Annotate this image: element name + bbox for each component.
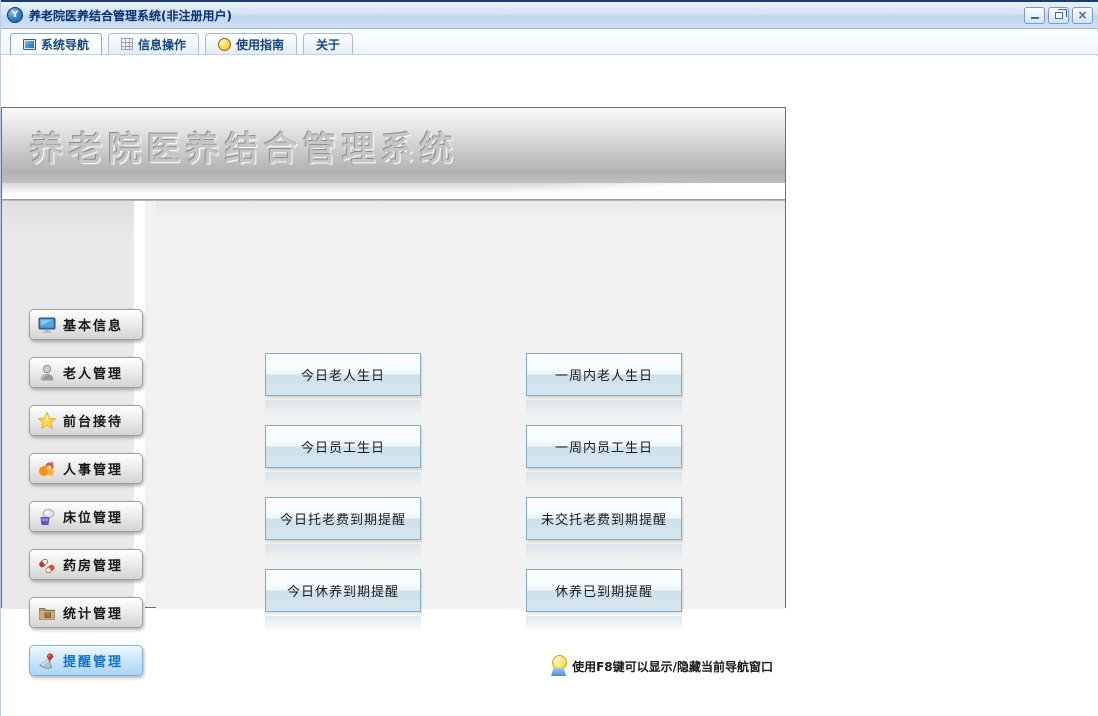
panel-title: 养老院医养结合管理系统 bbox=[30, 128, 459, 168]
close-icon: × bbox=[1077, 8, 1088, 22]
sidebar-item-label: 基本信息 bbox=[63, 319, 124, 334]
pills-icon bbox=[39, 558, 55, 573]
star-icon bbox=[37, 410, 57, 429]
tab-about[interactable]: 关于 bbox=[303, 33, 354, 54]
sidebar-item-label: 床位管理 bbox=[63, 511, 124, 526]
monitor-icon bbox=[23, 38, 36, 50]
tab-system-navigation[interactable]: 系统导航 bbox=[10, 33, 103, 54]
sidebar-item-elderly-management[interactable]: 老人管理 bbox=[29, 357, 143, 388]
tab-label: 关于 bbox=[316, 37, 341, 52]
button-reflection bbox=[265, 544, 421, 560]
sidebar-item-pharmacy-management[interactable]: 药房管理 bbox=[29, 549, 143, 580]
grid-icon bbox=[121, 38, 134, 50]
button-reflection bbox=[526, 544, 682, 560]
panel-header: 养老院医养结合管理系统 bbox=[2, 108, 785, 183]
minimize-button[interactable] bbox=[1024, 6, 1045, 24]
monitor-icon bbox=[38, 317, 56, 333]
folder-icon bbox=[39, 607, 55, 620]
f8-hint-text: 使用F8键可以显示/隐藏当前导航窗口 bbox=[572, 659, 773, 674]
f8-hint: 使用F8键可以显示/隐藏当前导航窗口 bbox=[551, 655, 773, 677]
window-title: 养老院医养结合管理系统(非注册用户) bbox=[29, 8, 232, 23]
bed-icon bbox=[40, 508, 55, 525]
main-content-area: 养老院医养结合管理系统 基本信息 老人管理 前台接待 人事管理 床位管理 药房管… bbox=[1, 56, 1098, 716]
sidebar-item-label: 药房管理 bbox=[63, 559, 124, 574]
sidebar-item-label: 人事管理 bbox=[63, 463, 124, 478]
tab-user-guide[interactable]: 使用指南 bbox=[205, 33, 298, 54]
sidebar-item-statistics-management[interactable]: 统计管理 bbox=[29, 597, 143, 628]
button-today-elderly-birthday[interactable]: 今日老人生日 bbox=[265, 353, 421, 396]
sidebar-item-bed-management[interactable]: 床位管理 bbox=[29, 501, 143, 532]
button-today-staff-birthday[interactable]: 今日员工生日 bbox=[265, 425, 421, 468]
megaphone-icon bbox=[39, 653, 53, 669]
button-recuperation-expired-reminder[interactable]: 休养已到期提醒 bbox=[526, 569, 682, 612]
sidebar-item-label: 老人管理 bbox=[63, 367, 124, 382]
tab-label: 使用指南 bbox=[236, 37, 285, 52]
button-week-elderly-birthday[interactable]: 一周内老人生日 bbox=[526, 353, 682, 396]
window-controls: × bbox=[1024, 6, 1093, 24]
button-reflection bbox=[526, 472, 682, 488]
button-today-recuperation-due-reminder[interactable]: 今日休养到期提醒 bbox=[265, 569, 421, 612]
button-unpaid-fee-due-reminder[interactable]: 未交托老费到期提醒 bbox=[526, 497, 682, 540]
lightbulb-icon bbox=[551, 655, 568, 677]
close-button[interactable]: × bbox=[1072, 6, 1093, 24]
panel-body: 基本信息 老人管理 前台接待 人事管理 床位管理 药房管理 统计管理 提醒管理 … bbox=[2, 201, 785, 676]
navigation-panel: 养老院医养结合管理系统 基本信息 老人管理 前台接待 人事管理 床位管理 药房管… bbox=[1, 107, 786, 676]
guide-icon bbox=[218, 37, 232, 51]
tab-info-operations[interactable]: 信息操作 bbox=[108, 33, 200, 54]
elderly-person-icon bbox=[40, 364, 54, 381]
button-reflection bbox=[265, 616, 421, 632]
tab-bar: 系统导航 信息操作 使用指南 关于 bbox=[1, 32, 1098, 55]
restore-icon bbox=[1054, 8, 1067, 19]
button-reflection bbox=[265, 400, 421, 416]
hr-person-icon bbox=[39, 461, 54, 476]
sidebar-item-front-desk[interactable]: 前台接待 bbox=[29, 405, 143, 436]
tab-label: 信息操作 bbox=[138, 37, 187, 52]
sidebar-item-basic-info[interactable]: 基本信息 bbox=[29, 309, 143, 340]
sidebar-item-hr-management[interactable]: 人事管理 bbox=[29, 453, 143, 484]
restore-button[interactable] bbox=[1048, 6, 1069, 24]
reminder-button-area bbox=[156, 201, 785, 609]
button-reflection bbox=[526, 400, 682, 416]
window-titlebar: Y 养老院医养结合管理系统(非注册用户) × bbox=[1, 0, 1098, 29]
sidebar-item-label: 前台接待 bbox=[63, 415, 124, 430]
button-reflection bbox=[526, 616, 682, 632]
button-reflection bbox=[265, 472, 421, 488]
app-logo-icon: Y bbox=[7, 7, 23, 23]
minimize-icon bbox=[1030, 17, 1039, 19]
sidebar-item-label: 提醒管理 bbox=[63, 655, 124, 670]
button-today-fee-due-reminder[interactable]: 今日托老费到期提醒 bbox=[265, 497, 421, 540]
button-week-staff-birthday[interactable]: 一周内员工生日 bbox=[526, 425, 682, 468]
sidebar-item-reminder-management[interactable]: 提醒管理 bbox=[29, 645, 143, 676]
tab-label: 系统导航 bbox=[41, 37, 90, 52]
sidebar-item-label: 统计管理 bbox=[63, 607, 124, 622]
panel-header-band bbox=[2, 183, 785, 199]
